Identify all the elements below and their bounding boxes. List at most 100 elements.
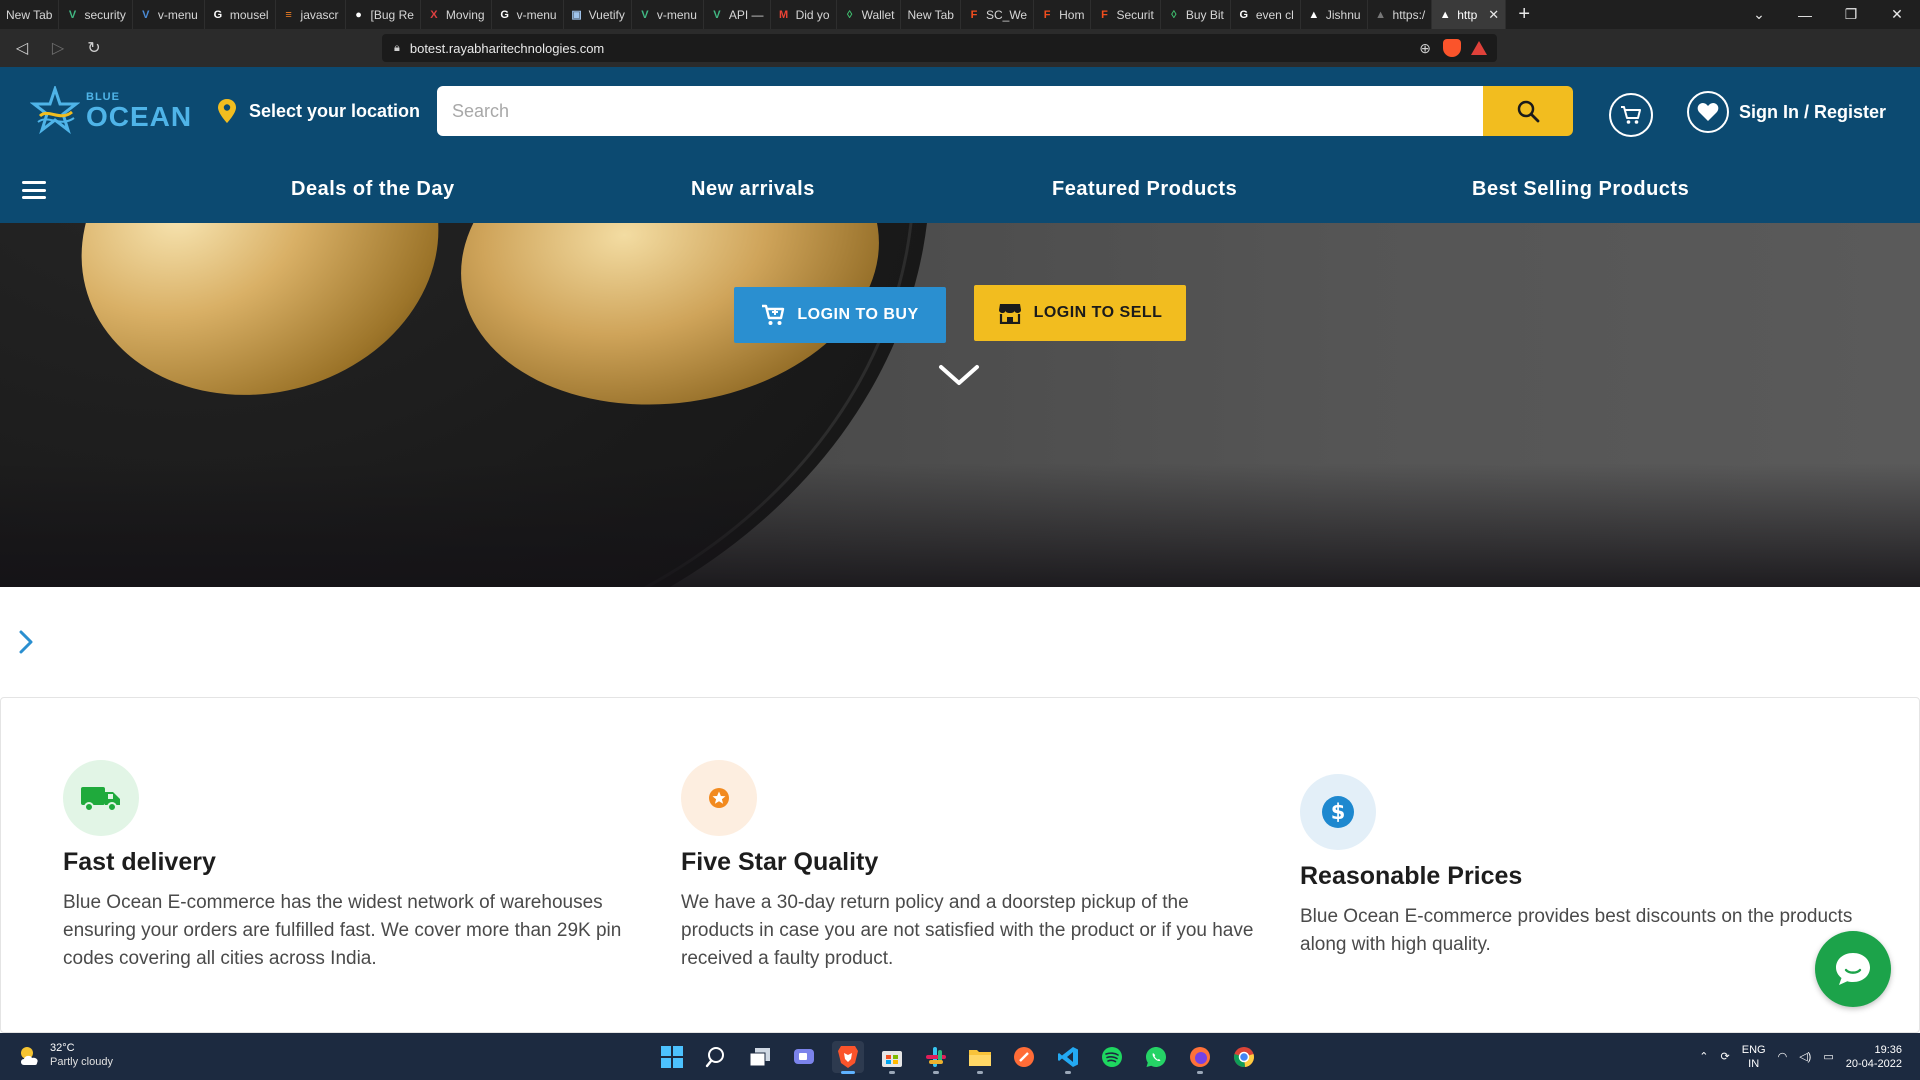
brave-browser-app[interactable] <box>832 1041 864 1074</box>
heart-icon <box>1697 102 1719 121</box>
search-button[interactable] <box>1483 86 1573 136</box>
search-icon <box>1517 100 1540 123</box>
login-to-buy-button[interactable]: LOGIN TO BUY <box>734 287 946 343</box>
close-icon[interactable]: ✕ <box>1488 7 1499 23</box>
browser-tab[interactable]: M Did yo <box>771 0 837 29</box>
chrome-app[interactable] <box>1228 1041 1260 1073</box>
browser-tab[interactable]: F Securit <box>1091 0 1161 29</box>
feature-icon-circle <box>63 760 139 836</box>
tab-title: Wallet <box>861 7 895 22</box>
tab-title: Did yo <box>795 7 830 22</box>
tab-title: Jishnu <box>1325 7 1361 22</box>
star-icon <box>709 788 729 808</box>
wishlist-button[interactable] <box>1687 91 1729 133</box>
start-button[interactable] <box>656 1041 688 1073</box>
tab-title: mousel <box>229 7 269 22</box>
battery-icon[interactable]: ▭ <box>1823 1050 1833 1063</box>
browser-tab[interactable]: F SC_We <box>961 0 1035 29</box>
slack-app[interactable] <box>920 1041 952 1074</box>
tab-title: Securit <box>1116 7 1154 22</box>
figma-icon: F <box>1043 8 1051 21</box>
minimize-button[interactable]: — <box>1782 7 1828 23</box>
browser-tab[interactable]: ▣ Vuetify <box>564 0 632 29</box>
signin-register[interactable]: Sign In / Register <box>1687 91 1886 133</box>
windows-taskbar: 32°C Partly cloudy ⌃ ⟳ ENG IN ◠ ◁) ▭ 19:… <box>0 1033 1920 1080</box>
forward-button[interactable]: ▷ <box>44 34 72 62</box>
volume-icon[interactable]: ◁) <box>1799 1050 1811 1063</box>
truck-icon <box>81 787 120 812</box>
window-close-button[interactable]: ✕ <box>1874 6 1920 23</box>
google-icon: G <box>213 8 223 21</box>
new-tab-button[interactable]: + <box>1506 3 1542 26</box>
nav-best-selling-products[interactable]: Best Selling Products <box>1472 178 1689 201</box>
cart-icon <box>1621 106 1641 124</box>
triangle-icon: ▲ <box>1439 8 1451 21</box>
microsoft-store-app[interactable] <box>876 1041 908 1074</box>
postman-app[interactable] <box>1008 1041 1040 1073</box>
browser-tab[interactable]: ▲ Jishnu <box>1301 0 1368 29</box>
clock-time: 19:36 <box>1874 1043 1902 1056</box>
feature-five-star-quality: Five Star Quality We have a 30-day retur… <box>681 760 1261 973</box>
brave-shield-icon[interactable] <box>1443 39 1461 57</box>
task-view-icon <box>749 1048 770 1067</box>
sync-icon[interactable]: ⟳ <box>1721 1050 1730 1063</box>
location-selector[interactable]: Select your location <box>217 99 420 123</box>
svg-text:$: $ <box>1331 800 1346 824</box>
chat-button[interactable] <box>1815 931 1891 1007</box>
file-explorer-app[interactable] <box>964 1041 996 1074</box>
chevron-down-icon[interactable] <box>937 361 981 389</box>
whatsapp-app[interactable] <box>1140 1041 1172 1073</box>
browser-tab-active[interactable]: ▲ http ✕ <box>1432 0 1507 29</box>
browser-tab[interactable]: Vv-menu <box>632 0 704 29</box>
browser-tab[interactable]: Gv-menu <box>492 0 564 29</box>
chevron-up-icon[interactable]: ⌃ <box>1699 1050 1708 1063</box>
address-bar[interactable]: 🔒︎ botest.rayabharitechnologies.com ⊕ <box>382 34 1497 62</box>
feature-title: Five Star Quality <box>681 848 879 876</box>
weather-temperature: 32°C <box>50 1042 75 1054</box>
vscode-app[interactable] <box>1052 1041 1084 1074</box>
restore-button[interactable]: ❐ <box>1828 6 1874 23</box>
login-to-sell-button[interactable]: LOGIN TO SELL <box>974 285 1186 341</box>
browser-tab[interactable]: ≡ javascr <box>276 0 346 29</box>
clock[interactable]: 19:36 20-04-2022 <box>1846 1043 1902 1071</box>
wifi-icon[interactable]: ◠ <box>1778 1050 1788 1063</box>
reload-button[interactable]: ↻ <box>80 34 108 62</box>
firefox-app[interactable] <box>1184 1041 1216 1074</box>
weather-widget[interactable]: 32°C Partly cloudy <box>18 1042 113 1069</box>
nav-featured-products[interactable]: Featured Products <box>1052 178 1237 201</box>
browser-tab[interactable]: ◊ Buy Bit <box>1161 0 1231 29</box>
hamburger-menu-icon[interactable] <box>22 181 46 199</box>
location-pin-icon <box>218 99 236 123</box>
browser-tab[interactable]: New Tab <box>0 0 60 29</box>
browser-tab[interactable]: New Tab <box>901 0 961 29</box>
browser-tab[interactable]: ◊ Wallet <box>837 0 902 29</box>
nav-deals-of-the-day[interactable]: Deals of the Day <box>291 178 455 201</box>
taskbar-search-button[interactable] <box>700 1041 732 1073</box>
language-indicator[interactable]: ENG IN <box>1742 1043 1766 1071</box>
browser-tab[interactable]: ▲ https:/ <box>1368 0 1433 29</box>
browser-tab[interactable]: Vsecurity <box>59 0 133 29</box>
nav-new-arrivals[interactable]: New arrivals <box>691 178 815 201</box>
teams-chat-button[interactable] <box>788 1041 820 1073</box>
feature-title: Fast delivery <box>63 848 216 876</box>
logo[interactable]: BLUE OCEAN <box>30 83 195 139</box>
browser-tab[interactable]: ● [Bug Re <box>346 0 421 29</box>
search-input[interactable] <box>437 86 1483 136</box>
brave-rewards-icon[interactable] <box>1471 41 1487 55</box>
tab-search-icon[interactable]: ⌄ <box>1736 6 1782 23</box>
browser-tab[interactable]: F Hom <box>1034 0 1092 29</box>
back-button[interactable]: ◁ <box>8 34 36 62</box>
task-view-button[interactable] <box>744 1041 776 1073</box>
zoom-icon[interactable]: ⊕ <box>1419 40 1431 57</box>
browser-tab[interactable]: V API — <box>704 0 771 29</box>
carousel-next-button[interactable] <box>8 624 44 660</box>
signin-label: Sign In / Register <box>1739 101 1887 122</box>
browser-tab[interactable]: X Moving <box>421 0 492 29</box>
cart-button[interactable] <box>1609 93 1653 137</box>
window-controls: ⌄ — ❐ ✕ <box>1736 0 1920 29</box>
cart-icon <box>762 304 785 325</box>
browser-tab[interactable]: Gmousel <box>205 0 276 29</box>
browser-tab[interactable]: Vv-menu <box>133 0 205 29</box>
spotify-app[interactable] <box>1096 1041 1128 1073</box>
browser-tab[interactable]: Geven cl <box>1231 0 1301 29</box>
